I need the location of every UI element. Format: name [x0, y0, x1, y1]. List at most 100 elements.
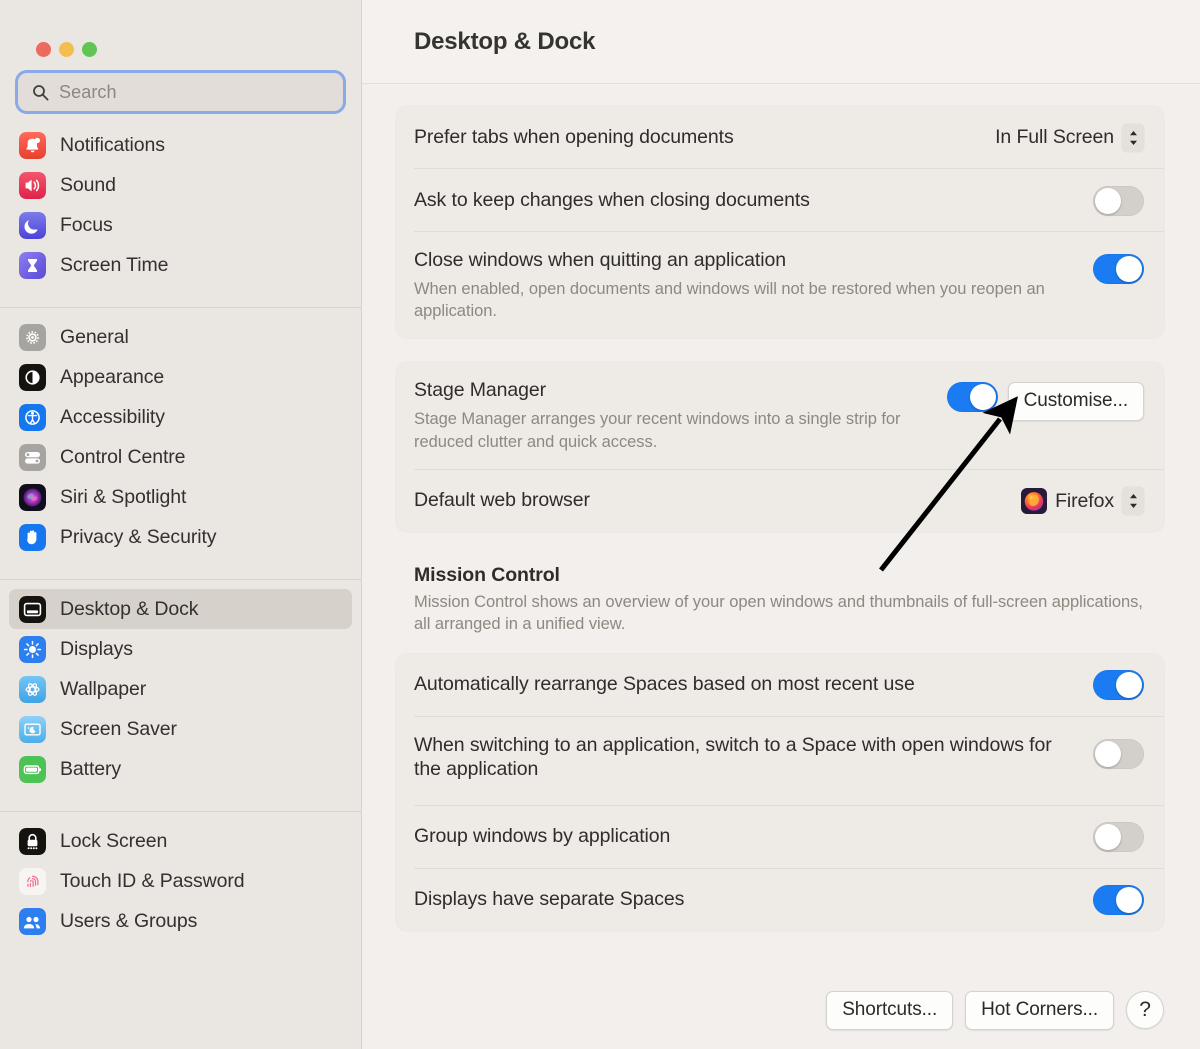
switch-to-space-toggle[interactable] [1093, 738, 1144, 769]
toggle-knob [1116, 672, 1142, 698]
close-button[interactable] [36, 41, 51, 57]
card-gap [396, 338, 1164, 362]
row-stage-manager[interactable]: Stage Manager Stage Manager arranges you… [396, 362, 1164, 468]
lock-screen-icon [19, 827, 46, 855]
row-label: Stage Manager [414, 379, 547, 402]
toggle-knob [1116, 256, 1142, 282]
sidebar-item-privacy-security[interactable]: Privacy & Security [9, 517, 352, 557]
sidebar-list[interactable]: Notifications Sound Focus Screen Time Ge… [0, 125, 361, 1049]
sidebar-item-label: Sound [60, 173, 116, 196]
sidebar-divider [0, 579, 361, 580]
row-description: When enabled, open documents and windows… [414, 279, 1045, 321]
sidebar-item-label: General [60, 325, 129, 348]
focus-icon [19, 211, 46, 239]
row-ask-keep-changes[interactable]: Ask to keep changes when closing documen… [396, 169, 1164, 231]
sidebar-item-sound[interactable]: Sound [9, 165, 352, 205]
shortcuts-button[interactable]: Shortcuts... [826, 990, 954, 1030]
sidebar-item-general[interactable]: General [9, 317, 352, 357]
row-label: Prefer tabs when opening documents [414, 125, 734, 148]
toggle-knob [1095, 740, 1121, 767]
main-header: Desktop & Dock [362, 0, 1200, 84]
desktop-dock-icon [19, 595, 46, 623]
sidebar-item-displays[interactable]: Displays [9, 629, 352, 669]
row-group-windows[interactable]: Group windows by application [396, 806, 1164, 868]
row-switch-to-space[interactable]: When switching to an application, switch… [396, 717, 1164, 805]
sidebar-item-focus[interactable]: Focus [9, 205, 352, 245]
sidebar-item-label: Desktop & Dock [60, 597, 199, 620]
toggle-knob [969, 384, 996, 411]
mission-control-section-header: Mission Control Mission Control shows an… [396, 564, 1164, 636]
touch-id-icon [19, 867, 46, 895]
toggle-knob [1116, 887, 1142, 913]
sidebar-item-label: Focus [60, 213, 113, 236]
ask-keep-changes-toggle[interactable] [1093, 185, 1144, 216]
screen-time-icon [19, 251, 46, 279]
sidebar-item-notifications[interactable]: Notifications [9, 125, 352, 165]
group-windows-toggle[interactable] [1093, 822, 1144, 852]
screen-saver-icon [19, 715, 46, 743]
notifications-icon [19, 131, 46, 159]
help-button[interactable]: ? [1126, 991, 1164, 1029]
system-settings-window: Search Notifications Sound Focus Screen … [0, 0, 1200, 1049]
displays-separate-spaces-toggle[interactable] [1093, 885, 1144, 915]
sidebar-item-accessibility[interactable]: Accessibility [9, 397, 352, 437]
row-auto-rearrange-spaces[interactable]: Automatically rearrange Spaces based on … [396, 654, 1164, 716]
battery-icon [19, 755, 46, 783]
sidebar-item-label: Privacy & Security [60, 525, 217, 548]
sidebar-item-wallpaper[interactable]: Wallpaper [9, 669, 352, 709]
displays-icon [19, 635, 46, 663]
row-label: Default web browser [414, 489, 590, 512]
page-title: Desktop & Dock [414, 27, 596, 55]
general-icon [19, 323, 46, 351]
sidebar-item-desktop-dock[interactable]: Desktop & Dock [9, 589, 352, 629]
toggle-knob [1095, 187, 1121, 214]
prefer-tabs-popup-button[interactable]: In Full Screen [995, 123, 1144, 152]
section-description: Mission Control shows an overview of you… [414, 592, 1143, 634]
sidebar-item-label: Wallpaper [60, 677, 147, 700]
minimize-button[interactable] [59, 41, 74, 57]
windows-settings-card: Prefer tabs when opening documents In Fu… [396, 106, 1164, 339]
hot-corners-button[interactable]: Hot Corners... [965, 990, 1114, 1030]
sidebar-item-users-groups[interactable]: Users & Groups [9, 901, 352, 941]
sidebar-divider [0, 307, 361, 308]
sidebar-item-control-centre[interactable]: Control Centre [9, 437, 352, 477]
row-prefer-tabs[interactable]: Prefer tabs when opening documents In Fu… [396, 106, 1164, 168]
sidebar-item-label: Displays [60, 637, 133, 660]
wallpaper-icon [19, 675, 46, 703]
row-label: When switching to an application, switch… [414, 733, 1052, 781]
sidebar-item-label: Battery [60, 757, 122, 780]
row-label: Ask to keep changes when closing documen… [414, 188, 810, 211]
row-displays-separate-spaces[interactable]: Displays have separate Spaces [396, 869, 1164, 931]
privacy-security-icon [19, 523, 46, 551]
sidebar-item-screen-saver[interactable]: Screen Saver [9, 709, 352, 749]
sidebar-item-label: Screen Time [60, 253, 169, 276]
search-placeholder: Search [59, 81, 117, 102]
row-description: Stage Manager arranges your recent windo… [414, 410, 901, 451]
stage-manager-toggle[interactable] [946, 382, 998, 413]
row-close-windows[interactable]: Close windows when quitting an applicati… [396, 232, 1164, 338]
sidebar-item-label: Lock Screen [60, 829, 168, 852]
firefox-icon [1021, 488, 1048, 515]
customise-button[interactable]: Customise... [1007, 382, 1144, 422]
sidebar-item-screen-time[interactable]: Screen Time [9, 245, 352, 285]
search-input[interactable]: Search [18, 73, 343, 111]
sidebar-item-siri-spotlight[interactable]: Siri & Spotlight [9, 477, 352, 517]
row-label: Automatically rearrange Spaces based on … [414, 673, 915, 696]
popup-value: Firefox [1055, 489, 1114, 512]
sidebar-item-touch-id[interactable]: Touch ID & Password [9, 861, 352, 901]
sidebar-item-appearance[interactable]: Appearance [9, 357, 352, 397]
close-windows-toggle[interactable] [1093, 254, 1144, 284]
sidebar-item-lock-screen[interactable]: Lock Screen [9, 821, 352, 861]
control-centre-icon [19, 443, 46, 471]
sidebar-item-label: Siri & Spotlight [60, 485, 187, 508]
sidebar-item-label: Users & Groups [60, 909, 198, 932]
sidebar-item-battery[interactable]: Battery [9, 749, 352, 789]
row-default-web-browser[interactable]: Default web browser Firefox [396, 470, 1164, 532]
sidebar: Search Notifications Sound Focus Screen … [0, 0, 362, 1049]
sidebar-item-label: Control Centre [60, 445, 186, 468]
default-browser-popup-button[interactable]: Firefox [1021, 487, 1144, 516]
sidebar-group-4: Lock Screen Touch ID & Password Users & … [0, 811, 361, 941]
zoom-button[interactable] [82, 41, 97, 57]
auto-rearrange-spaces-toggle[interactable] [1093, 670, 1144, 700]
